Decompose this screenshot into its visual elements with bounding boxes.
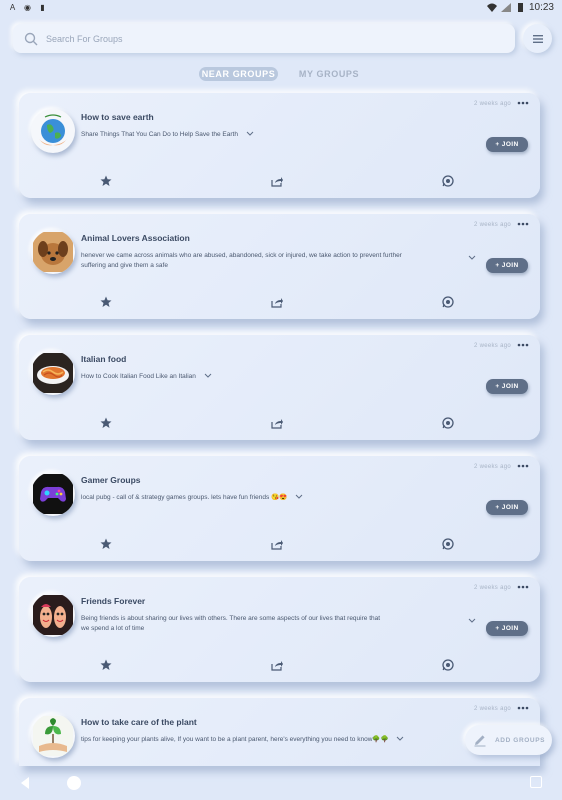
share-icon[interactable] xyxy=(271,538,283,550)
post-time: 2 weeks ago xyxy=(474,706,511,712)
post-time: 2 weeks ago xyxy=(474,585,511,591)
chevron-down-icon[interactable] xyxy=(246,131,254,137)
group-card[interactable]: Friends Forever Being friends is about s… xyxy=(19,577,540,682)
search-icon xyxy=(24,32,38,45)
group-tabs: NEAR GROUPS MY GROUPS xyxy=(0,67,562,83)
group-title[interactable]: How to save earth xyxy=(81,112,154,122)
chevron-down-icon[interactable] xyxy=(204,373,212,379)
signal-icon xyxy=(500,2,511,12)
join-button[interactable]: + JOIN xyxy=(486,621,528,636)
pasta-image xyxy=(33,353,73,393)
group-description: Being friends is about sharing our lives… xyxy=(81,615,381,632)
group-card[interactable]: How to take care of the plant tips for k… xyxy=(19,698,540,766)
star-icon[interactable] xyxy=(100,659,112,671)
share-icon[interactable] xyxy=(271,417,283,429)
dog-image xyxy=(33,232,73,272)
group-card[interactable]: Animal Lovers Association henever we cam… xyxy=(19,214,540,319)
join-button[interactable]: + JOIN xyxy=(486,258,528,273)
status-right: 10:23 xyxy=(486,1,554,13)
group-description-text: Share Things That You Can Do to Help Sav… xyxy=(81,131,238,138)
group-avatar xyxy=(31,109,75,153)
star-icon[interactable] xyxy=(100,417,112,429)
group-title[interactable]: Gamer Groups xyxy=(81,475,141,485)
home-icon[interactable] xyxy=(67,776,81,790)
notification-sd-icon: ▮ xyxy=(40,2,45,12)
star-icon[interactable] xyxy=(100,538,112,550)
group-title[interactable]: How to take care of the plant xyxy=(81,717,197,727)
group-description-text: local pubg - call of & strategy games gr… xyxy=(81,494,288,501)
chevron-down-icon[interactable] xyxy=(468,618,476,624)
more-options-icon[interactable] xyxy=(517,583,529,591)
group-description: How to Cook Italian Food Like an Italian xyxy=(81,372,501,382)
group-title[interactable]: Animal Lovers Association xyxy=(81,233,190,243)
gamepad-image xyxy=(33,474,73,514)
group-title[interactable]: Friends Forever xyxy=(81,596,145,606)
group-card[interactable]: Gamer Groups local pubg - call of & stra… xyxy=(19,456,540,561)
group-description: henever we came across animals who are a… xyxy=(81,252,402,269)
group-avatar xyxy=(31,230,75,274)
menu-button[interactable] xyxy=(523,24,552,53)
group-title[interactable]: Italian food xyxy=(81,354,126,364)
join-button[interactable]: + JOIN xyxy=(486,379,528,394)
battery-icon xyxy=(517,2,523,12)
chevron-down-icon[interactable] xyxy=(396,736,404,742)
whatsapp-icon[interactable] xyxy=(442,417,454,429)
post-time: 2 weeks ago xyxy=(474,101,511,107)
more-options-icon[interactable] xyxy=(517,220,529,228)
group-description: Share Things That You Can Do to Help Sav… xyxy=(81,130,501,140)
star-icon[interactable] xyxy=(100,175,112,187)
add-groups-label: ADD GROUPS xyxy=(495,736,546,744)
group-description: tips for keeping your plants alive, If y… xyxy=(81,735,501,745)
notification-a-icon: A xyxy=(9,2,16,12)
more-options-icon[interactable] xyxy=(517,462,529,470)
whatsapp-icon[interactable] xyxy=(442,175,454,187)
whatsapp-icon[interactable] xyxy=(442,538,454,550)
star-icon[interactable] xyxy=(100,296,112,308)
chevron-down-icon[interactable] xyxy=(468,255,476,261)
group-avatar xyxy=(31,593,75,637)
group-description-text: tips for keeping your plants alive, If y… xyxy=(81,736,389,743)
wifi-icon xyxy=(486,3,497,12)
share-icon[interactable] xyxy=(271,296,283,308)
search-bar[interactable] xyxy=(13,24,515,53)
whatsapp-icon[interactable] xyxy=(442,659,454,671)
tab-near-groups[interactable]: NEAR GROUPS xyxy=(199,67,278,81)
notification-circle-icon: ◉ xyxy=(24,2,31,12)
menu-icon xyxy=(532,34,543,43)
plant-image xyxy=(33,716,73,756)
post-time: 2 weeks ago xyxy=(474,343,511,349)
group-card[interactable]: How to save earth Share Things That You … xyxy=(19,93,540,198)
add-groups-button[interactable]: ADD GROUPS xyxy=(465,725,552,755)
system-nav-bar xyxy=(0,766,562,800)
share-icon[interactable] xyxy=(271,659,283,671)
group-avatar xyxy=(31,351,75,395)
group-avatar xyxy=(31,714,75,758)
tab-my-groups[interactable]: MY GROUPS xyxy=(296,67,362,81)
more-options-icon[interactable] xyxy=(517,99,529,107)
join-button[interactable]: + JOIN xyxy=(486,137,528,152)
search-input[interactable] xyxy=(46,33,466,44)
more-options-icon[interactable] xyxy=(517,341,529,349)
group-card[interactable]: Italian food How to Cook Italian Food Li… xyxy=(19,335,540,440)
join-button[interactable]: + JOIN xyxy=(486,500,528,515)
status-bar: A ◉ ▮ 10:23 xyxy=(0,0,562,14)
pencil-icon xyxy=(474,735,486,747)
group-avatar xyxy=(31,472,75,516)
share-icon[interactable] xyxy=(271,175,283,187)
earth-image xyxy=(39,114,67,146)
status-left-icons: A ◉ ▮ xyxy=(8,3,47,12)
clock: 10:23 xyxy=(528,1,554,13)
whatsapp-icon[interactable] xyxy=(442,296,454,308)
friends-image xyxy=(33,595,73,635)
back-icon[interactable] xyxy=(18,776,32,790)
post-time: 2 weeks ago xyxy=(474,222,511,228)
more-options-icon[interactable] xyxy=(517,704,529,712)
group-description: local pubg - call of & strategy games gr… xyxy=(81,493,501,503)
chevron-down-icon[interactable] xyxy=(295,494,303,500)
group-description-text: How to Cook Italian Food Like an Italian xyxy=(81,373,196,380)
post-time: 2 weeks ago xyxy=(474,464,511,470)
recent-apps-icon[interactable] xyxy=(530,776,542,788)
